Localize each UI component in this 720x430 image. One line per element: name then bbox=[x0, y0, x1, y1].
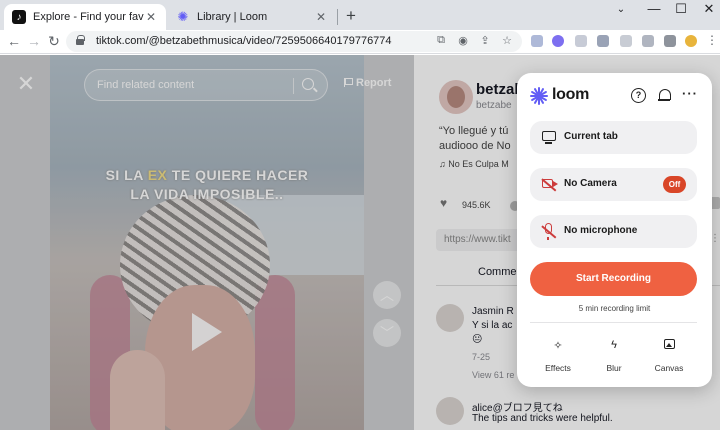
blur-button[interactable]: ϟ Blur bbox=[589, 339, 639, 373]
extension-icon[interactable] bbox=[531, 35, 543, 47]
option-label: Current tab bbox=[564, 131, 618, 142]
share-icon[interactable]: ⇪ bbox=[478, 34, 492, 48]
comment-date: 7-25 bbox=[472, 352, 491, 362]
profile-avatar[interactable] bbox=[685, 35, 697, 47]
canvas-icon bbox=[644, 339, 694, 355]
like-count: 945.6K bbox=[462, 200, 491, 210]
camera-off-toggle[interactable]: Off bbox=[663, 176, 686, 193]
video-caption-line-2: LA VIDA IMPOSIBLE.. bbox=[130, 186, 284, 202]
menu-kebab-icon[interactable]: ⋮ bbox=[704, 33, 720, 47]
tiktok-icon: ♪ bbox=[12, 10, 26, 24]
comment-text: The tips and tricks were helpful. bbox=[472, 413, 613, 424]
tab-tiktok-explore[interactable]: ♪ Explore - Find your favourite vid ✕ bbox=[4, 4, 166, 30]
tab-close-icon[interactable]: ✕ bbox=[314, 10, 328, 24]
maximize-icon[interactable]: ☐ bbox=[672, 1, 690, 17]
extension-icon[interactable] bbox=[597, 35, 609, 47]
effects-icon: ✧ bbox=[553, 340, 563, 352]
extension-icon[interactable] bbox=[642, 35, 654, 47]
back-icon[interactable]: ← bbox=[6, 33, 22, 49]
tab-title: Explore - Find your favourite vid bbox=[33, 11, 144, 23]
forward-icon[interactable]: → bbox=[26, 33, 42, 49]
tab-title: Library | Loom bbox=[197, 11, 268, 23]
search-icon[interactable] bbox=[302, 78, 314, 90]
video-caption-line-1: SI LA EX TE QUIERE HACER bbox=[50, 167, 364, 183]
browser-toolbar: ← → ↻ tiktok.com/@betzabethmusica/video/… bbox=[0, 30, 720, 54]
blur-icon: ϟ bbox=[611, 339, 617, 351]
video-description: audiooo de No bbox=[439, 140, 511, 152]
video-frame-shape bbox=[255, 275, 295, 430]
commenter-avatar[interactable] bbox=[436, 304, 464, 332]
url-text[interactable]: tiktok.com/@betzabethmusica/video/725950… bbox=[96, 35, 392, 47]
caption-highlight: EX bbox=[147, 167, 168, 183]
tab-loom-library[interactable]: ✺ Library | Loom ✕ bbox=[168, 4, 336, 30]
start-recording-button[interactable]: Start Recording bbox=[530, 262, 697, 296]
camera-select[interactable]: No Camera Off bbox=[530, 168, 697, 201]
extension-icon[interactable] bbox=[664, 35, 676, 47]
previous-video-button[interactable]: ︿ bbox=[373, 281, 401, 309]
monitor-icon bbox=[542, 131, 556, 144]
related-search-input[interactable]: Find related content bbox=[84, 69, 328, 101]
tab-close-icon[interactable]: ✕ bbox=[144, 10, 158, 24]
help-icon[interactable]: ? bbox=[631, 88, 646, 103]
search-placeholder: Find related content bbox=[97, 79, 195, 91]
recording-limit-text: 5 min recording limit bbox=[578, 304, 651, 313]
extension-icon[interactable] bbox=[552, 35, 564, 47]
commenter-avatar[interactable] bbox=[436, 397, 464, 425]
tool-label: Blur bbox=[606, 363, 622, 373]
extension-icon[interactable] bbox=[575, 35, 587, 47]
loom-icon: ✺ bbox=[177, 9, 189, 24]
commenter-name[interactable]: Jasmin R bbox=[472, 306, 514, 317]
commenter-name[interactable]: alice@ブロフ見てね bbox=[472, 399, 563, 414]
chevron-down-icon[interactable]: ⌄ bbox=[612, 4, 630, 15]
tab-bar: ♪ Explore - Find your favourite vid ✕ ✺ … bbox=[0, 0, 720, 30]
next-video-button[interactable]: ﹀ bbox=[373, 319, 401, 347]
loom-logo-icon bbox=[530, 87, 548, 105]
author-handle: betzabe bbox=[476, 100, 512, 111]
address-bar[interactable]: tiktok.com/@betzabethmusica/video/725950… bbox=[66, 31, 522, 52]
heart-icon[interactable]: ♥ bbox=[440, 196, 447, 210]
eye-off-icon[interactable]: ◉ bbox=[456, 34, 470, 48]
play-icon[interactable] bbox=[192, 313, 222, 351]
effects-button[interactable]: ✧ Effects bbox=[533, 339, 583, 373]
video-panel: SI LA EX TE QUIERE HACER LA VIDA IMPOSIB… bbox=[0, 55, 414, 430]
report-label: Report bbox=[356, 77, 392, 89]
extension-icon[interactable] bbox=[620, 35, 632, 47]
more-options-icon[interactable]: ··· bbox=[682, 86, 698, 101]
search-divider bbox=[293, 78, 294, 94]
video-frame-shape bbox=[110, 350, 165, 430]
new-tab-button[interactable]: + bbox=[343, 6, 359, 26]
video-player[interactable]: SI LA EX TE QUIERE HACER LA VIDA IMPOSIB… bbox=[50, 55, 364, 430]
caption-text: SI LA bbox=[105, 167, 148, 183]
comment-text: Y si la ac bbox=[472, 320, 513, 331]
tool-label: Effects bbox=[545, 363, 571, 373]
capture-source-select[interactable]: Current tab bbox=[530, 121, 697, 154]
tab-separator bbox=[337, 9, 338, 25]
author-avatar[interactable] bbox=[439, 80, 473, 114]
reload-icon[interactable]: ↻ bbox=[46, 33, 62, 50]
tab-comments[interactable]: Commen bbox=[478, 266, 523, 278]
bookmark-star-icon[interactable]: ☆ bbox=[500, 34, 514, 48]
bell-icon[interactable] bbox=[658, 88, 671, 102]
loom-recorder-popup: loom ? ··· Current tab No Camera Off No … bbox=[517, 73, 712, 387]
open-in-new-icon[interactable]: ⧉ bbox=[434, 34, 448, 48]
report-button[interactable]: Report bbox=[344, 77, 391, 89]
video-description: “Yo llegué y tú bbox=[439, 125, 509, 137]
music-link[interactable]: ♫ No Es Culpa M bbox=[439, 159, 509, 169]
canvas-button[interactable]: Canvas bbox=[644, 339, 694, 373]
tool-label: Canvas bbox=[654, 363, 684, 373]
caption-text: TE QUIERE HACER bbox=[167, 167, 309, 183]
comment-emoji: 😐 bbox=[472, 334, 483, 345]
view-replies-link[interactable]: View 61 re bbox=[472, 370, 514, 380]
option-label: No microphone bbox=[564, 225, 638, 236]
close-video-icon[interactable]: ✕ bbox=[12, 71, 40, 99]
close-icon[interactable]: ✕ bbox=[700, 1, 718, 17]
microphone-select[interactable]: No microphone bbox=[530, 215, 697, 248]
flag-icon bbox=[344, 78, 353, 87]
loom-brand-name: loom bbox=[552, 86, 590, 103]
lock-icon[interactable] bbox=[76, 35, 85, 45]
minimize-icon[interactable]: — bbox=[645, 1, 663, 16]
option-label: No Camera bbox=[564, 178, 617, 189]
divider bbox=[530, 322, 697, 323]
